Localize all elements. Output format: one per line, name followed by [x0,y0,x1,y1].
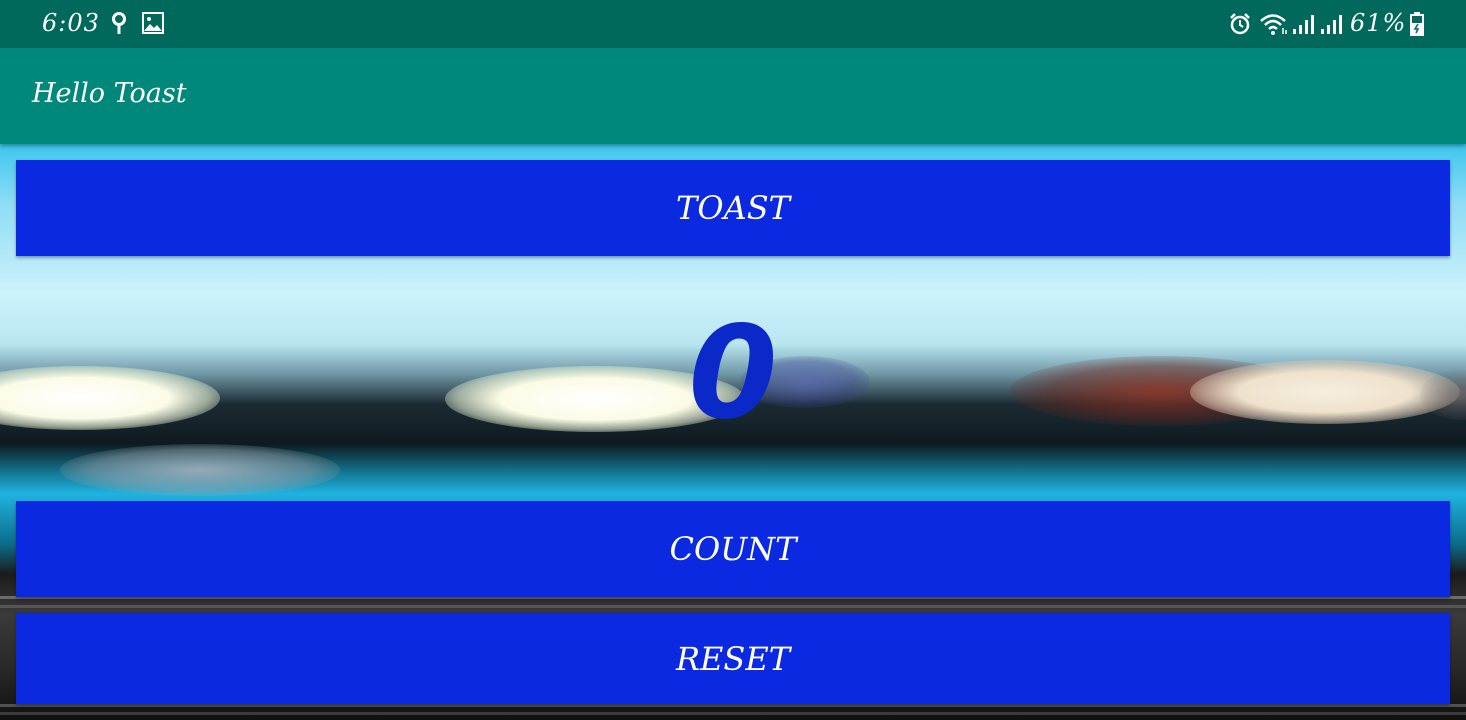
battery-percentage: 61% [1350,9,1407,37]
alarm-icon [1230,13,1250,35]
app-bar: Hello Toast [0,48,1466,144]
reset-button-label: RESET [675,639,791,678]
count-display: 0 [688,299,778,448]
wifi-icon [1260,14,1287,35]
main-content: TOAST 0 COUNT RESET [0,144,1466,720]
toast-button[interactable]: TOAST [16,160,1450,256]
image-icon [142,12,164,34]
count-button[interactable]: COUNT [16,501,1450,597]
reset-button[interactable]: RESET [16,613,1450,704]
screen: 6:03 61% Hello Toast TOAST 0 COUNT RESET [0,0,1466,720]
toast-button-label: TOAST [676,189,790,227]
signal-icon [1321,15,1342,34]
app-title: Hello Toast [32,78,187,109]
status-bar: 6:03 61% [0,0,1466,48]
signal-icon [1293,15,1314,34]
location-icon [112,12,126,34]
count-button-label: COUNT [669,530,797,568]
battery-icon [1410,12,1424,36]
status-time: 6:03 [42,9,100,37]
